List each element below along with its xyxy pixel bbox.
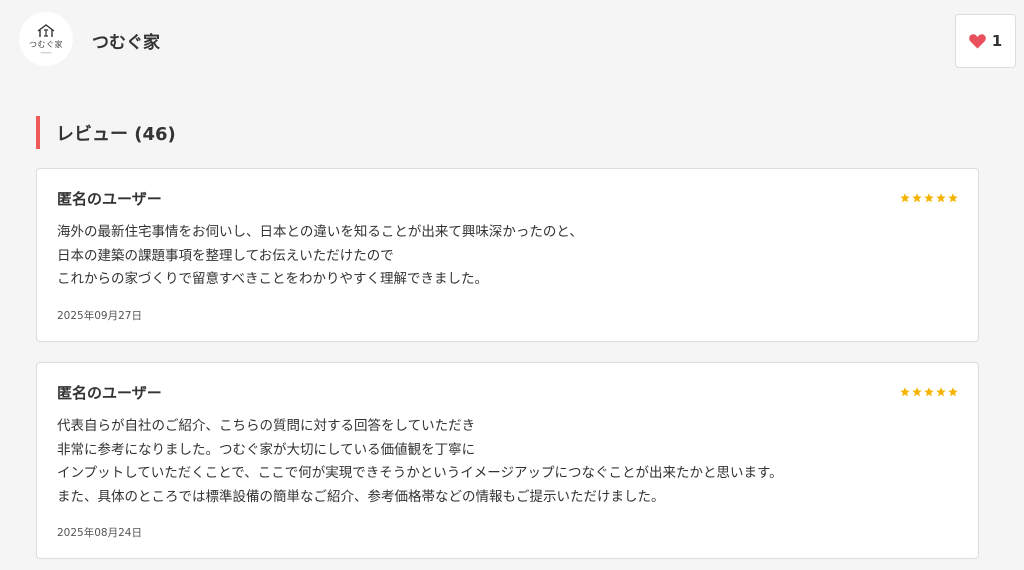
review-body: 海外の最新住宅事情をお伺いし、日本との違いを知ることが出来て興味深かったのと、 … bbox=[57, 224, 583, 287]
reviewer-name: 匿名のユーザー bbox=[57, 190, 162, 208]
star-icon bbox=[912, 387, 922, 397]
logo-text: つむぐ家 bbox=[29, 39, 63, 49]
reviewer-name: 匿名のユーザー bbox=[57, 384, 162, 402]
star-icon bbox=[924, 193, 934, 203]
review-date: 2025年08月24日 bbox=[57, 527, 142, 539]
star-icon bbox=[936, 387, 946, 397]
review-body: 代表自らが自社のご紹介、こちらの質問に対する回答をしていただき 非常に参考になり… bbox=[57, 418, 783, 505]
star-rating bbox=[900, 387, 958, 397]
header: つむぐ家 ━━━━━━ つむぐ家 1 bbox=[0, 0, 1024, 80]
review-date: 2025年09月27日 bbox=[57, 309, 142, 322]
heart-icon bbox=[968, 33, 986, 48]
house-logo-icon bbox=[37, 23, 55, 37]
reviews-section-title: レビュー (46) bbox=[36, 116, 176, 149]
star-icon bbox=[936, 193, 946, 203]
star-rating bbox=[900, 193, 958, 203]
favorite-button[interactable]: 1 bbox=[955, 14, 1016, 68]
shop-name: つむぐ家 bbox=[92, 33, 160, 53]
star-icon bbox=[900, 193, 910, 203]
star-icon bbox=[948, 193, 958, 203]
star-icon bbox=[900, 387, 910, 397]
star-icon bbox=[924, 387, 934, 397]
favorite-count: 1 bbox=[991, 32, 1003, 50]
shop-logo[interactable]: つむぐ家 ━━━━━━ bbox=[19, 12, 73, 66]
star-icon bbox=[948, 387, 958, 397]
star-icon bbox=[912, 193, 922, 203]
review-card: 匿名のユーザー 代表自らが自社のご紹介、こちらの質問に対する回答をしていただき … bbox=[36, 362, 979, 559]
review-card: 匿名のユーザー 海外の最新住宅事情をお伺いし、日本との違いを知ることが出来て興味… bbox=[36, 168, 979, 342]
logo-subtext: ━━━━━━ bbox=[40, 50, 52, 55]
